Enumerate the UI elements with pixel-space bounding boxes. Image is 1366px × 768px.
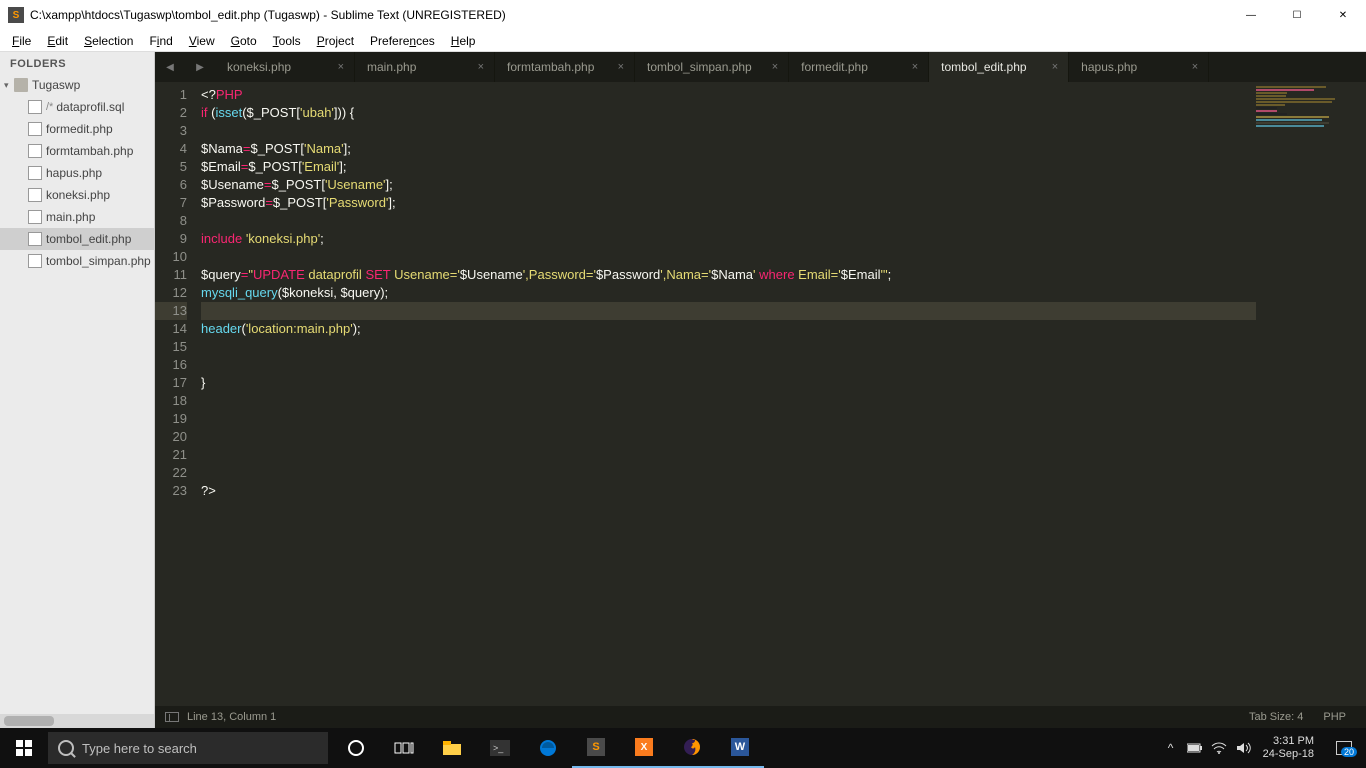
maximize-button[interactable]: ☐ [1274, 0, 1320, 30]
file-row-active[interactable]: tombol_edit.php [0, 228, 154, 250]
tab-main[interactable]: main.php× [355, 52, 495, 82]
panel-switch-icon[interactable] [165, 712, 179, 722]
file-icon [28, 232, 42, 246]
start-button[interactable] [0, 728, 48, 768]
volume-icon[interactable] [1231, 741, 1255, 755]
sidebar-heading: FOLDERS [0, 52, 154, 74]
tab-close-icon[interactable]: × [598, 61, 624, 73]
editor-body[interactable]: 1234567891011121314151617181920212223 <?… [155, 82, 1366, 706]
sublime-icon[interactable]: S [572, 728, 620, 768]
tray-chevron-icon[interactable]: ^ [1159, 741, 1183, 755]
menu-goto[interactable]: Goto [223, 32, 265, 50]
minimap[interactable] [1256, 82, 1366, 706]
folder-label: Tugaswp [32, 78, 80, 92]
line-gutter: 1234567891011121314151617181920212223 [155, 82, 195, 706]
taskview-icon[interactable] [380, 728, 428, 768]
editor-area: ◀ ▶ koneksi.php× main.php× formtambah.ph… [155, 52, 1366, 728]
cortana-icon[interactable] [332, 728, 380, 768]
folder-caret-icon: ▾ [4, 80, 14, 91]
word-icon[interactable]: W [716, 728, 764, 768]
file-row[interactable]: /*dataprofil.sql [0, 96, 154, 118]
menu-help[interactable]: Help [443, 32, 484, 50]
status-bar: Line 13, Column 1 Tab Size: 4 PHP [155, 706, 1366, 728]
workspace: FOLDERS ▾ Tugaswp /*dataprofil.sql forme… [0, 52, 1366, 728]
file-icon [28, 122, 42, 136]
firefox-icon[interactable] [668, 728, 716, 768]
sidebar-scrollbar[interactable] [0, 714, 154, 728]
minimize-button[interactable]: — [1228, 0, 1274, 30]
file-row[interactable]: formedit.php [0, 118, 154, 140]
folder-row[interactable]: ▾ Tugaswp [0, 74, 154, 96]
file-icon [28, 254, 42, 268]
search-icon [58, 740, 74, 756]
notification-badge: 20 [1341, 747, 1357, 757]
tab-tombolsimpan[interactable]: tombol_simpan.php× [635, 52, 789, 82]
tab-nav-left-icon[interactable]: ◀ [155, 52, 185, 82]
tab-close-icon[interactable]: × [1172, 61, 1198, 73]
file-row[interactable]: hapus.php [0, 162, 154, 184]
file-row[interactable]: koneksi.php [0, 184, 154, 206]
tab-close-icon[interactable]: × [892, 61, 918, 73]
tab-formtambah[interactable]: formtambah.php× [495, 52, 635, 82]
file-icon [28, 144, 42, 158]
tab-close-icon[interactable]: × [752, 61, 778, 73]
tab-hapus[interactable]: hapus.php× [1069, 52, 1209, 82]
taskbar-search[interactable]: Type here to search [48, 732, 328, 764]
tab-close-icon[interactable]: × [318, 61, 344, 73]
tab-nav-right-icon[interactable]: ▶ [185, 52, 215, 82]
file-row[interactable]: formtambah.php [0, 140, 154, 162]
menu-find[interactable]: Find [141, 32, 180, 50]
xampp-icon[interactable]: X [620, 728, 668, 768]
explorer-icon[interactable] [428, 728, 476, 768]
file-icon [28, 210, 42, 224]
tab-close-icon[interactable]: × [1032, 61, 1058, 73]
tab-koneksi[interactable]: koneksi.php× [215, 52, 355, 82]
tab-formedit[interactable]: formedit.php× [789, 52, 929, 82]
wifi-icon[interactable] [1207, 741, 1231, 755]
window-titlebar: S C:\xampp\htdocs\Tugaswp\tombol_edit.ph… [0, 0, 1366, 30]
close-button[interactable]: ✕ [1320, 0, 1366, 30]
menu-file[interactable]: File [4, 32, 39, 50]
status-syntax[interactable]: PHP [1313, 711, 1356, 723]
cmd-icon[interactable]: >_ [476, 728, 524, 768]
svg-text:>_: >_ [493, 743, 504, 753]
menu-selection[interactable]: Selection [76, 32, 141, 50]
menu-preferences[interactable]: Preferences [362, 32, 443, 50]
battery-icon[interactable] [1183, 743, 1207, 753]
menu-view[interactable]: View [181, 32, 223, 50]
file-tree: ▾ Tugaswp /*dataprofil.sql formedit.php … [0, 74, 154, 714]
code-content[interactable]: <?PHPif (isset($_POST['ubah'])) { $Nama=… [195, 82, 1256, 706]
tab-tomboledit[interactable]: tombol_edit.php× [929, 52, 1069, 82]
file-row[interactable]: main.php [0, 206, 154, 228]
system-tray: ^ 3:31 PM 24-Sep-18 20 [1159, 735, 1366, 761]
search-placeholder: Type here to search [82, 741, 197, 756]
menu-project[interactable]: Project [309, 32, 362, 50]
folder-icon [14, 78, 28, 92]
sidebar: FOLDERS ▾ Tugaswp /*dataprofil.sql forme… [0, 52, 155, 728]
notification-icon[interactable]: 20 [1322, 741, 1366, 755]
menu-bar: File Edit Selection Find View Goto Tools… [0, 30, 1366, 52]
status-tabsize[interactable]: Tab Size: 4 [1239, 711, 1313, 723]
tab-bar: ◀ ▶ koneksi.php× main.php× formtambah.ph… [155, 52, 1366, 82]
file-icon [28, 100, 42, 114]
tab-close-icon[interactable]: × [458, 61, 484, 73]
file-icon [28, 188, 42, 202]
app-icon: S [8, 7, 24, 23]
edge-icon[interactable] [524, 728, 572, 768]
file-row[interactable]: tombol_simpan.php [0, 250, 154, 272]
menu-tools[interactable]: Tools [265, 32, 309, 50]
file-icon [28, 166, 42, 180]
window-title: C:\xampp\htdocs\Tugaswp\tombol_edit.php … [30, 8, 506, 22]
windows-taskbar: Type here to search >_ S X W ^ 3:31 PM 2… [0, 728, 1366, 768]
status-position[interactable]: Line 13, Column 1 [187, 711, 276, 723]
menu-edit[interactable]: Edit [39, 32, 76, 50]
taskbar-clock[interactable]: 3:31 PM 24-Sep-18 [1255, 735, 1322, 761]
